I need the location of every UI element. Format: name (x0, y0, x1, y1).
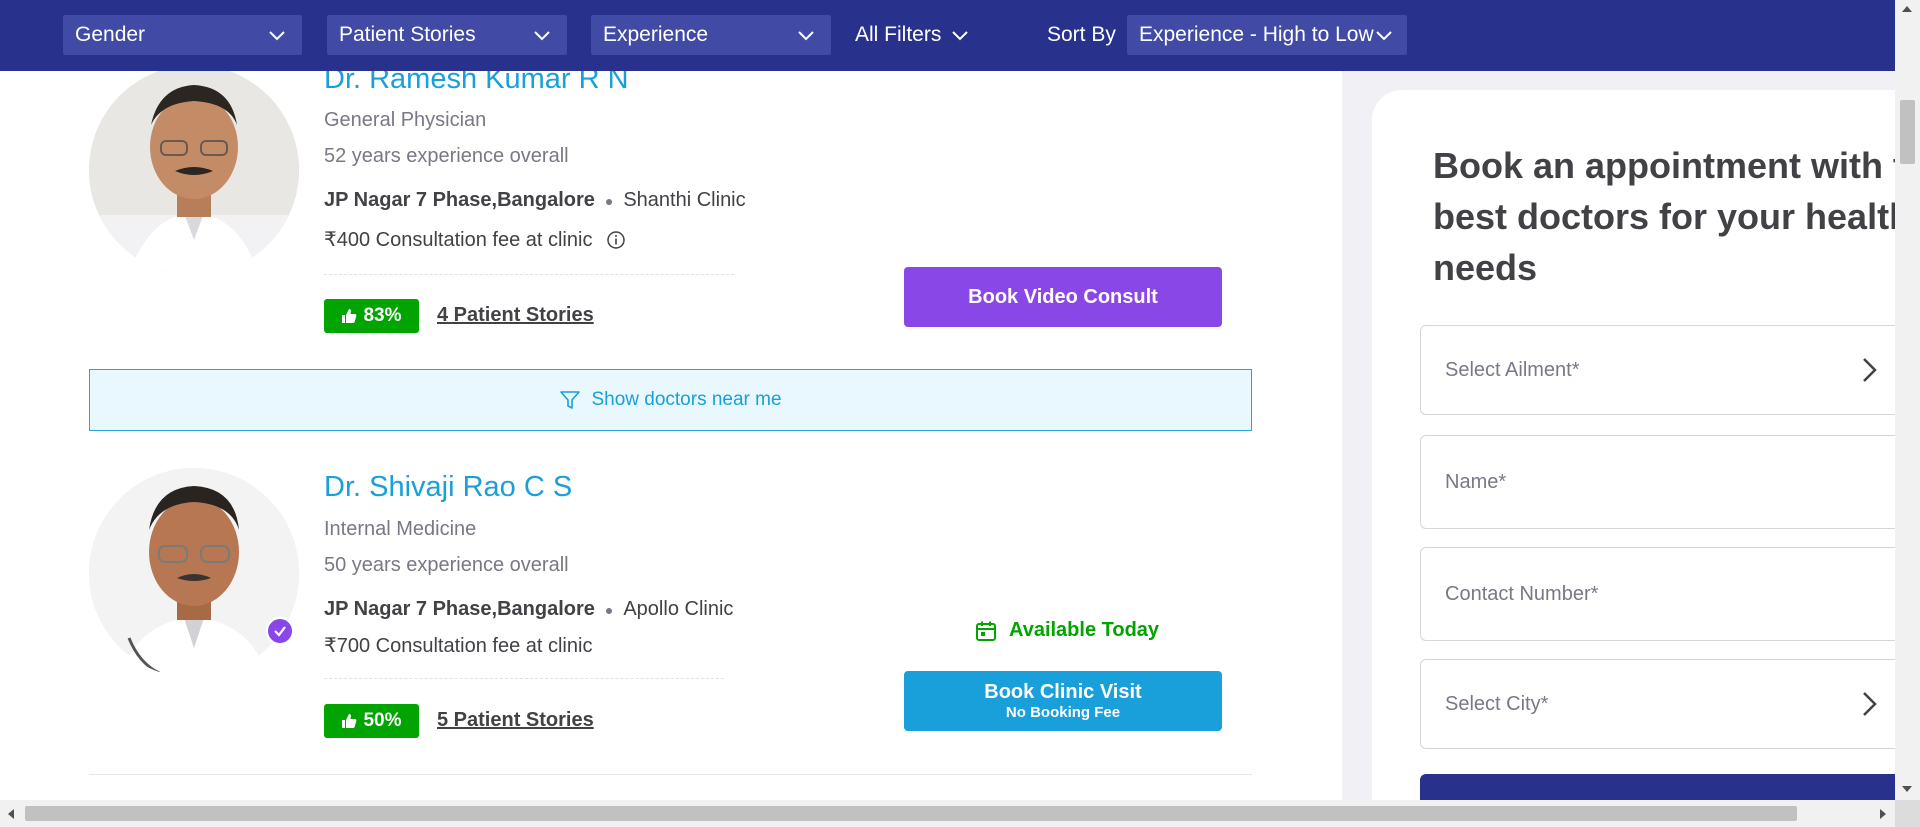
booking-title-line: best doctors for your health (1433, 196, 1895, 237)
fee-text: ₹400 Consultation fee at clinic (324, 229, 593, 251)
rating-badge: 83% (324, 299, 419, 333)
scroll-down-arrow-icon[interactable] (1902, 786, 1912, 792)
availability-label: Available Today (1009, 619, 1160, 641)
doctor-photo[interactable] (89, 468, 299, 678)
doctor-name-link[interactable]: Dr. Shivaji Rao C S (324, 471, 572, 504)
chevron-right-icon (1863, 358, 1877, 382)
horizontal-scrollbar[interactable] (0, 800, 1920, 827)
doctor-locality: JP Nagar 7 Phase,Bangalore (324, 189, 595, 211)
doctor-locality: JP Nagar 7 Phase,Bangalore (324, 598, 595, 620)
book-clinic-visit-button[interactable]: Book Clinic Visit No Booking Fee (904, 671, 1222, 731)
scrollbar-corner (1895, 800, 1920, 827)
patient-stories-filter-label: Patient Stories (339, 23, 476, 46)
doctor-clinic: Shanthi Clinic (623, 189, 746, 211)
rating-value: 83% (363, 305, 402, 326)
all-filters-label: All Filters (855, 23, 942, 46)
scroll-right-arrow-icon[interactable] (1880, 809, 1886, 819)
book-video-consult-button[interactable]: Book Video Consult (904, 267, 1222, 327)
booking-title-line: Book an appointment with the (1433, 145, 1895, 186)
filter-bar: Gender Patient Stories Experience All Fi… (0, 0, 1895, 71)
experience-filter-label: Experience (603, 23, 709, 46)
doctor-clinic: Apollo Clinic (623, 598, 734, 620)
scroll-up-arrow-icon[interactable] (1902, 6, 1912, 12)
sort-by-dropdown[interactable]: Experience - High to Low (1127, 15, 1407, 55)
all-filters-button[interactable]: All Filters (855, 15, 969, 55)
select-ailment-field[interactable]: Select Ailment* (1420, 325, 1895, 415)
book-clinic-visit-label: Book Clinic Visit (984, 681, 1142, 703)
doctor-listing: Dr. Ramesh Kumar R N General Physician 5… (0, 71, 1342, 800)
show-doctors-near-me-button[interactable]: Show doctors near me (89, 369, 1252, 431)
info-icon[interactable] (606, 230, 626, 250)
gender-filter-dropdown[interactable]: Gender (63, 15, 302, 55)
chevron-right-icon (1863, 692, 1877, 716)
chevron-down-icon (1376, 31, 1392, 41)
patient-stories-filter-dropdown[interactable]: Patient Stories (327, 15, 567, 55)
verified-check-icon (266, 617, 294, 645)
name-placeholder: Name* (1445, 470, 1507, 493)
availability-status: Available Today (975, 619, 1159, 642)
experience-filter-dropdown[interactable]: Experience (591, 15, 831, 55)
doctor-location: JP Nagar 7 Phase,Bangalore ● Apollo Clin… (324, 598, 733, 621)
patient-stories-link[interactable]: 4 Patient Stories (437, 304, 594, 327)
calendar-icon (976, 621, 996, 641)
select-ailment-placeholder: Select Ailment* (1445, 358, 1580, 381)
thumbs-up-icon (342, 309, 357, 323)
chevron-down-icon (534, 31, 550, 41)
booking-title-line: needs (1433, 247, 1538, 288)
rating-value: 50% (363, 710, 402, 731)
card-divider (324, 274, 734, 275)
doctor-location: JP Nagar 7 Phase,Bangalore ● Shanthi Cli… (324, 189, 746, 212)
sort-by-label: Sort By (1047, 23, 1116, 46)
gender-filter-label: Gender (75, 23, 146, 46)
booking-panel-title: Book an appointment with the best doctor… (1433, 140, 1895, 293)
card-divider (324, 678, 724, 679)
doctor-specialty: General Physician (324, 109, 487, 131)
doctor-portrait-icon (89, 468, 299, 678)
contact-number-placeholder: Contact Number* (1445, 582, 1599, 605)
separator-dot: ● (604, 601, 614, 618)
select-city-placeholder: Select City* (1445, 692, 1549, 715)
vertical-scrollbar[interactable] (1895, 0, 1920, 800)
name-field[interactable]: Name* (1420, 435, 1895, 529)
patient-stories-link[interactable]: 5 Patient Stories (437, 709, 594, 732)
sort-by-value: Experience - High to Low (1139, 23, 1374, 46)
filter-funnel-icon (560, 391, 581, 409)
scroll-left-arrow-icon[interactable] (8, 809, 14, 819)
no-booking-fee-label: No Booking Fee (1005, 704, 1121, 721)
contact-number-field[interactable]: Contact Number* (1420, 547, 1895, 641)
doctor-fee: ₹700 Consultation fee at clinic (324, 633, 592, 658)
booking-panel: Book an appointment with the best doctor… (1372, 90, 1895, 810)
select-city-field[interactable]: Select City* (1420, 659, 1895, 749)
rating-badge: 50% (324, 704, 419, 738)
chevron-down-icon (269, 31, 285, 41)
separator-dot: ● (604, 192, 614, 209)
doctor-experience: 50 years experience overall (324, 554, 569, 576)
chevron-down-icon (798, 31, 814, 41)
chevron-down-icon (952, 31, 969, 41)
horizontal-scroll-thumb[interactable] (25, 806, 1797, 821)
near-me-label: Show doctors near me (591, 389, 782, 410)
vertical-scroll-thumb[interactable] (1900, 100, 1915, 164)
fee-text: ₹700 Consultation fee at clinic (324, 635, 593, 657)
doctor-experience: 52 years experience overall (324, 145, 569, 167)
thumbs-up-icon (342, 714, 357, 728)
doctor-specialty: Internal Medicine (324, 518, 477, 540)
doctor-name-link[interactable]: Dr. Ramesh Kumar R N (324, 71, 629, 96)
doctor-fee: ₹400 Consultation fee at clinic (324, 227, 626, 252)
card-separator (89, 774, 1252, 775)
doctor-portrait-icon (89, 71, 299, 275)
doctor-photo[interactable] (89, 71, 299, 275)
